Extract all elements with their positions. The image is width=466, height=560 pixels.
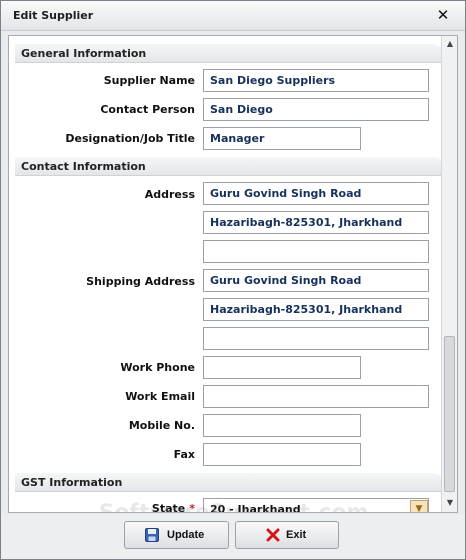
supplier-name-label: Supplier Name xyxy=(103,74,195,87)
scroll-down-arrow-icon[interactable]: ▼ xyxy=(444,497,456,509)
fax-field[interactable] xyxy=(203,443,361,466)
watermark: SoftwareSuggest.com xyxy=(99,500,370,513)
work-email-label: Work Email xyxy=(125,390,195,403)
form-scroll-area[interactable]: General Information Supplier Name San Di… xyxy=(9,36,441,513)
close-icon[interactable]: ✕ xyxy=(435,6,451,24)
shipping-line3-field[interactable] xyxy=(203,327,429,350)
exit-button[interactable]: Exit xyxy=(235,521,339,549)
section-contact-information: Contact Information xyxy=(15,157,441,176)
floppy-disk-icon xyxy=(145,528,159,542)
form-content: General Information Supplier Name San Di… xyxy=(8,35,458,513)
section-general-information: General Information xyxy=(15,44,441,63)
mobile-field[interactable] xyxy=(203,414,361,437)
section-gst-information: GST Information xyxy=(15,473,441,492)
shipping-line2-field[interactable]: Hazaribagh-825301, Jharkhand xyxy=(203,298,429,321)
contact-person-label: Contact Person xyxy=(100,103,195,116)
fax-label: Fax xyxy=(173,448,195,461)
work-phone-label: Work Phone xyxy=(120,361,195,374)
work-phone-field[interactable] xyxy=(203,356,361,379)
address-line1-field[interactable]: Guru Govind Singh Road xyxy=(203,182,429,205)
vertical-scrollbar[interactable]: ▲ ▼ xyxy=(441,36,457,512)
address-line2-field[interactable]: Hazaribagh-825301, Jharkhand xyxy=(203,211,429,234)
folder-icon[interactable]: ▼ xyxy=(410,500,428,512)
address-label: Address xyxy=(144,188,195,201)
work-email-field[interactable] xyxy=(203,385,429,408)
shipping-line1-field[interactable]: Guru Govind Singh Road xyxy=(203,269,429,292)
exit-button-label: Exit xyxy=(286,529,307,541)
dialog-footer: Update Exit xyxy=(1,515,465,559)
dialog-titlebar: Edit Supplier ✕ xyxy=(1,1,465,31)
scrollbar-thumb[interactable] xyxy=(444,336,455,492)
supplier-name-field[interactable]: San Diego Suppliers xyxy=(203,69,429,92)
scroll-up-arrow-icon[interactable]: ▲ xyxy=(444,38,456,50)
designation-field[interactable]: Manager xyxy=(203,127,361,150)
edit-supplier-dialog: Edit Supplier ✕ General Information Supp… xyxy=(0,0,466,560)
contact-person-field[interactable]: San Diego xyxy=(203,98,429,121)
mobile-label: Mobile No. xyxy=(128,419,195,432)
red-x-icon xyxy=(266,528,280,542)
dialog-title: Edit Supplier xyxy=(13,9,94,22)
update-button-label: Update xyxy=(167,529,205,541)
address-line3-field[interactable] xyxy=(203,240,429,263)
update-button[interactable]: Update xyxy=(124,521,229,549)
designation-label: Designation/Job Title xyxy=(65,132,195,145)
shipping-address-label: Shipping Address xyxy=(86,275,195,288)
